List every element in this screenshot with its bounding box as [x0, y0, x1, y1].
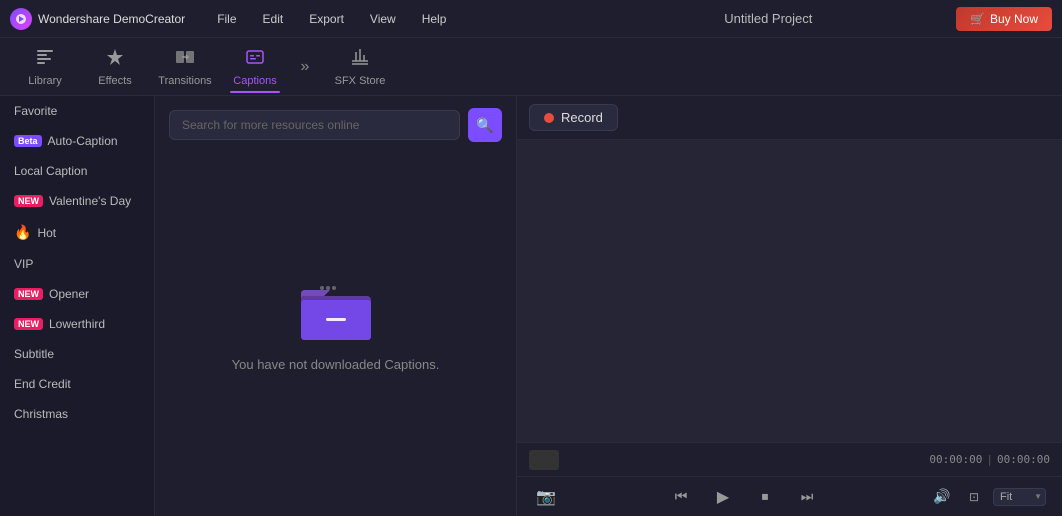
tab-captions[interactable]: Captions [220, 41, 290, 93]
menu-help[interactable]: Help [410, 8, 459, 30]
sidebar-item-lowerthird-label: Lowerthird [49, 317, 105, 331]
fit-wrapper: Fit 25% 50% 75% 100% ▼ [993, 488, 1046, 506]
buy-now-button[interactable]: 🛒 Buy Now [956, 7, 1052, 31]
sidebar-item-christmas-label: Christmas [14, 407, 68, 421]
tab-sfxstore-label: SFX Store [335, 75, 386, 87]
app-logo-icon [10, 8, 32, 30]
hot-icon: 🔥 [14, 224, 31, 241]
sidebar-item-vip[interactable]: VIP [0, 249, 154, 279]
current-time: 00:00:00 [929, 453, 982, 466]
sidebar-item-valentines[interactable]: NEW Valentine's Day [0, 186, 154, 216]
tab-effects[interactable]: Effects [80, 41, 150, 93]
badge-new-opener: NEW [14, 288, 43, 300]
volume-area: 🔊 ⊡ Fit 25% 50% 75% 100% ▼ [929, 484, 1046, 510]
thumbnail-strip [529, 450, 559, 470]
tab-effects-label: Effects [98, 75, 131, 87]
sidebar-item-local-caption[interactable]: Local Caption [0, 156, 154, 186]
tab-library-label: Library [28, 75, 62, 87]
sidebar-item-opener-label: Opener [49, 287, 89, 301]
menu-bar: Wondershare DemoCreator File Edit Export… [0, 0, 1062, 38]
badge-new-valentines: NEW [14, 195, 43, 207]
preview-controls: 00:00:00 | 00:00:00 [517, 442, 1062, 476]
total-time: 00:00:00 [997, 453, 1050, 466]
menu-file[interactable]: File [205, 8, 248, 30]
sidebar-item-end-credit[interactable]: End Credit [0, 369, 154, 399]
effects-icon [105, 47, 125, 72]
tab-captions-label: Captions [233, 75, 276, 87]
video-preview [517, 140, 1062, 442]
stop-button[interactable]: ⏹ [752, 484, 778, 510]
folder-icon [296, 278, 376, 343]
sidebar-item-vip-label: VIP [14, 257, 33, 271]
sidebar: Favorite Beta Auto-Caption Local Caption… [0, 96, 155, 516]
transitions-icon [175, 47, 195, 72]
menu-items: File Edit Export View Help [205, 8, 580, 30]
record-button[interactable]: Record [529, 104, 618, 131]
time-display: 00:00:00 | 00:00:00 [929, 453, 1050, 466]
tab-transitions[interactable]: Transitions [150, 41, 220, 93]
screenshot-button[interactable]: 📷 [533, 484, 559, 510]
empty-message: You have not downloaded Captions. [232, 357, 440, 372]
record-label: Record [561, 110, 603, 125]
cart-icon: 🛒 [970, 12, 985, 26]
search-button[interactable]: 🔍 [468, 108, 502, 142]
time-divider: | [986, 453, 993, 466]
sidebar-item-opener[interactable]: NEW Opener [0, 279, 154, 309]
sidebar-item-local-caption-label: Local Caption [14, 164, 87, 178]
sidebar-item-valentines-label: Valentine's Day [49, 194, 131, 208]
fit-select[interactable]: Fit 25% 50% 75% 100% [993, 488, 1046, 506]
sidebar-item-end-credit-label: End Credit [14, 377, 71, 391]
record-dot-icon [544, 113, 554, 123]
more-tabs-button[interactable]: » [290, 52, 320, 82]
sidebar-item-hot[interactable]: 🔥 Hot [0, 216, 154, 249]
aspect-ratio-button[interactable]: ⊡ [961, 484, 987, 510]
center-panel: 🔍 You have not downloaded Captions. [155, 96, 517, 516]
empty-state: You have not downloaded Captions. [155, 154, 516, 516]
rewind-button[interactable]: ⏮ [668, 484, 694, 510]
badge-beta: Beta [14, 135, 42, 147]
sidebar-item-favorite[interactable]: Favorite [0, 96, 154, 126]
tab-library[interactable]: Library [10, 41, 80, 93]
search-bar: 🔍 [155, 96, 516, 154]
toolbar: Library Effects Transitions Captions » S… [0, 38, 1062, 96]
captions-icon [245, 47, 265, 72]
sfx-icon [350, 47, 370, 72]
volume-button[interactable]: 🔊 [929, 484, 955, 510]
library-icon [35, 47, 55, 72]
project-title: Untitled Project [581, 11, 956, 26]
forward-button[interactable]: ⏭ [794, 484, 820, 510]
sidebar-item-subtitle[interactable]: Subtitle [0, 339, 154, 369]
sidebar-item-auto-caption[interactable]: Beta Auto-Caption [0, 126, 154, 156]
menu-export[interactable]: Export [297, 8, 356, 30]
right-panel: Record 00:00:00 | 00:00:00 📷 ⏮ ▶ ⏹ ⏭ 🔊 ⊡ [517, 96, 1062, 516]
search-icon: 🔍 [476, 117, 493, 134]
buy-now-label: Buy Now [990, 12, 1038, 26]
sidebar-item-hot-label: Hot [37, 226, 56, 240]
playback-controls: 📷 ⏮ ▶ ⏹ ⏭ 🔊 ⊡ Fit 25% 50% 75% 100% ▼ [517, 476, 1062, 516]
menu-edit[interactable]: Edit [251, 8, 296, 30]
tab-sfx-store[interactable]: SFX Store [320, 41, 400, 93]
sidebar-item-subtitle-label: Subtitle [14, 347, 54, 361]
sidebar-item-favorite-label: Favorite [14, 104, 57, 118]
app-name: Wondershare DemoCreator [38, 12, 185, 26]
sidebar-item-auto-caption-label: Auto-Caption [48, 134, 118, 148]
app-logo: Wondershare DemoCreator [10, 8, 185, 30]
sidebar-item-christmas[interactable]: Christmas [0, 399, 154, 429]
badge-new-lowerthird: NEW [14, 318, 43, 330]
main-content: Favorite Beta Auto-Caption Local Caption… [0, 96, 1062, 516]
tab-transitions-label: Transitions [158, 75, 211, 87]
record-toolbar: Record [517, 96, 1062, 140]
search-input[interactable] [169, 110, 460, 140]
play-button[interactable]: ▶ [710, 484, 736, 510]
menu-view[interactable]: View [358, 8, 408, 30]
sidebar-item-lowerthird[interactable]: NEW Lowerthird [0, 309, 154, 339]
